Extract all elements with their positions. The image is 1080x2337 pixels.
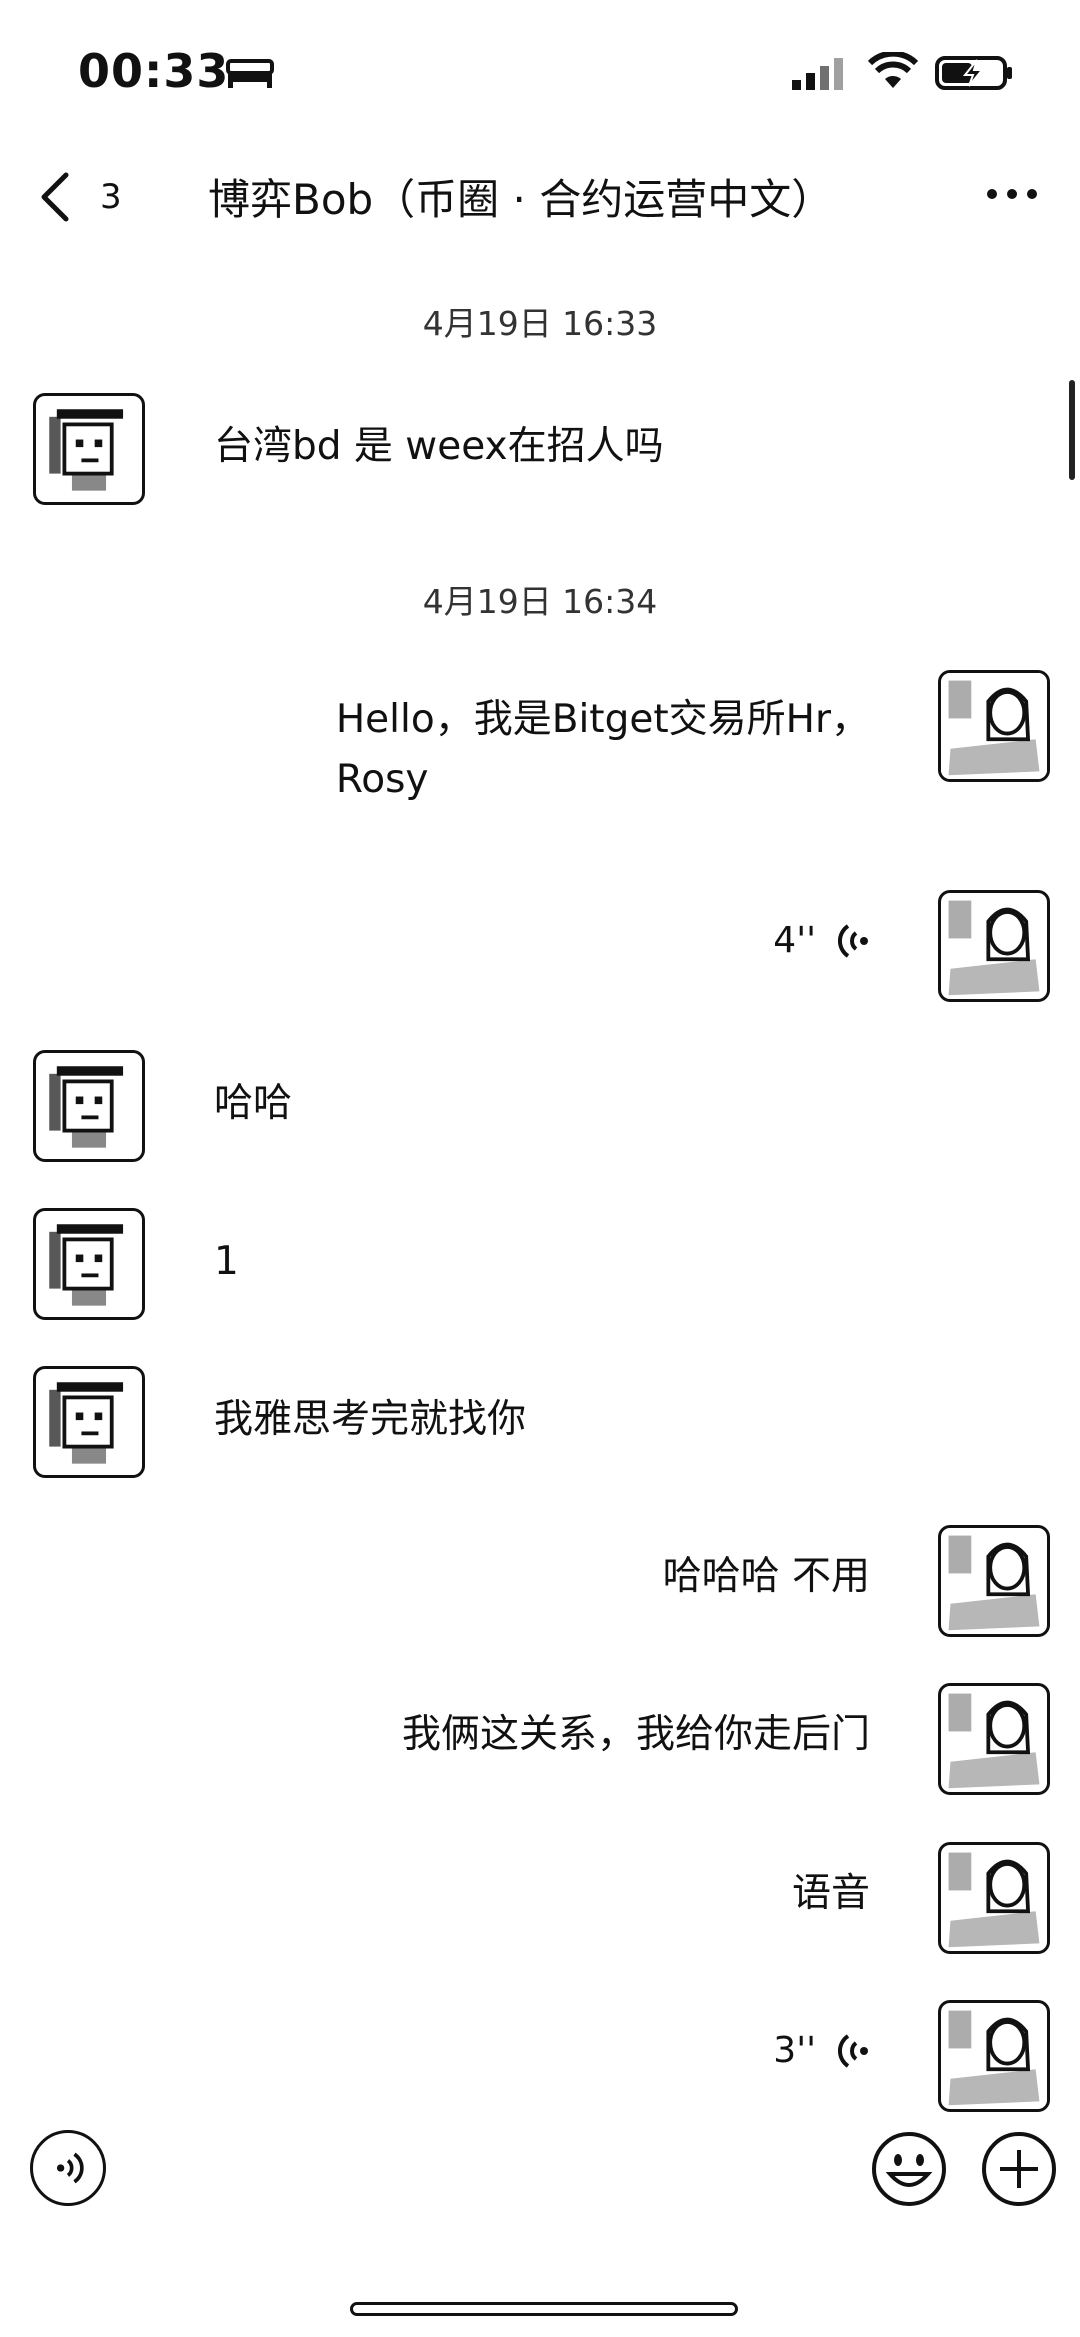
pixel-face-icon [49,409,124,491]
contact-avatar[interactable] [33,1050,145,1162]
voice-duration: 4'' [773,920,816,961]
contact-avatar[interactable] [33,1366,145,1478]
more-dots-icon[interactable] [982,174,1042,214]
voice-message[interactable]: 3'' [773,2030,870,2071]
message-text[interactable]: 台湾bd 是 weex在招人吗 [214,417,664,477]
portrait-avatar-icon [948,1693,1040,1789]
voice-wave-icon [838,2033,868,2068]
message-text[interactable]: Hello，我是Bitget交易所Hr， Rosy [336,690,870,810]
portrait-avatar-icon [941,673,1047,779]
message-text[interactable]: 哈哈哈 不用 [663,1547,870,1607]
back-button[interactable]: 3 [36,162,146,232]
chat-title: 博弈Bob（币圈 · 合约运营中文） [208,175,834,224]
portrait-avatar-icon [948,1535,1040,1631]
scrollbar[interactable] [1069,380,1075,480]
self-avatar[interactable] [938,2000,1050,2112]
message-timestamp: 4月19日 16:33 [422,304,658,343]
emoji-icon[interactable] [870,2130,948,2208]
plus-icon[interactable] [980,2130,1058,2208]
portrait-avatar-icon [948,900,1040,996]
unread-count: 3 [100,177,122,217]
pixel-face-icon [49,1224,124,1306]
signal-icon [792,58,843,90]
voice-message[interactable]: 4'' [773,920,870,961]
message-text[interactable]: 语音 [792,1864,870,1924]
pixel-face-icon [49,1066,124,1148]
self-avatar[interactable] [938,1842,1050,1954]
message-line: Hello，我是Bitget交易所Hr， [335,697,870,742]
voice-duration: 3'' [773,2030,816,2071]
input-bar [0,2130,1080,2240]
status-time: 00:33 [78,44,230,98]
self-avatar[interactable] [938,670,1050,782]
portrait-avatar-icon [948,2010,1040,2106]
message-text[interactable]: 我俩这关系，我给你走后门 [402,1705,870,1765]
battery-charging-icon [935,56,1012,90]
sleep-mode-icon [226,59,274,88]
home-indicator[interactable] [350,2302,738,2316]
self-avatar[interactable] [938,1683,1050,1795]
message-text[interactable]: 哈哈 [214,1074,292,1134]
contact-avatar[interactable] [33,393,145,505]
voice-input-icon[interactable] [30,2130,106,2206]
message-text[interactable]: 我雅思考完就找你 [214,1390,526,1450]
chat-header: 3 博弈Bob（币圈 · 合约运营中文） [0,140,1080,260]
chevron-left-icon [41,172,69,222]
self-avatar[interactable] [938,890,1050,1002]
portrait-avatar-icon [948,1852,1040,1948]
wifi-icon [868,52,918,88]
pixel-face-icon [49,1382,124,1464]
self-avatar[interactable] [938,1525,1050,1637]
contact-avatar[interactable] [33,1208,145,1320]
message-text[interactable]: 1 [214,1232,239,1292]
message-line: Rosy [335,757,429,802]
status-bar: 00:33 [0,0,1080,140]
voice-wave-icon [838,923,868,958]
message-timestamp: 4月19日 16:34 [422,582,658,621]
